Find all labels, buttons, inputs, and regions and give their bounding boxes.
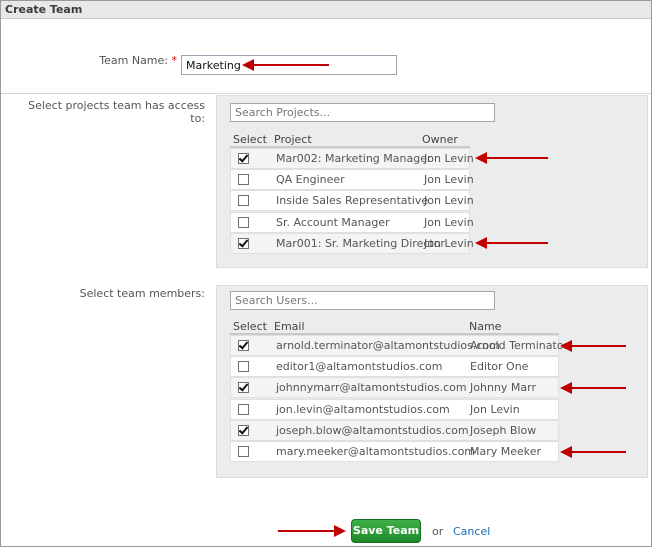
checkmark-icon (238, 339, 249, 350)
save-arrow (278, 525, 346, 537)
project-col-owner: Owner (422, 133, 458, 146)
section-divider (1, 93, 651, 94)
member-row[interactable]: mary.meeker@altamontstudios.com Mary Meek… (230, 441, 559, 462)
member-row-name: Joseph Blow (470, 423, 537, 437)
project-row[interactable]: QA Engineer Jon Levin (230, 169, 474, 191)
project-row-owner: Jon Levin (424, 194, 474, 208)
member-row-checkbox[interactable] (238, 403, 249, 415)
project-row-project: Mar002: Marketing Manager (276, 152, 432, 165)
member-row-checkbox[interactable] (238, 339, 249, 351)
project-search-input[interactable] (230, 103, 495, 122)
project-row-project: Mar001: Sr. Marketing Director (276, 236, 445, 250)
cancel-link[interactable]: Cancel (453, 525, 490, 538)
members-label: Select team members: (79, 287, 205, 300)
member-row[interactable]: arnold.terminator@altamontstudios.com Arn… (230, 335, 568, 356)
member-row[interactable]: editor1@altamontstudios.com Editor One (230, 356, 559, 378)
project-row-checkbox[interactable] (238, 174, 249, 186)
project-row-checkbox[interactable] (238, 216, 249, 228)
projects-label: Select projects team has access to: (28, 99, 205, 125)
team-name-label: Team Name: * (61, 54, 177, 67)
member-col-email: Email (274, 320, 305, 333)
project-row[interactable]: Inside Sales Representative Jon Levin (230, 190, 474, 212)
project-arrow-1 (475, 152, 548, 164)
member-row-email: arnold.terminator@altamontstudios.com (276, 339, 500, 352)
project-row-project: QA Engineer (276, 173, 345, 187)
member-row[interactable]: jon.levin@altamontstudios.com Jon Levin (230, 398, 559, 420)
checkmark-icon (238, 237, 249, 248)
project-arrow-2 (475, 237, 548, 249)
project-row-project: Sr. Account Manager (276, 215, 390, 229)
create-team-dialog: Create Team Team Name: * Select projects… (0, 0, 652, 547)
member-arrow-1 (560, 340, 626, 352)
project-col-project: Project (274, 133, 312, 146)
team-name-label-text: Team Name: (99, 54, 168, 67)
member-row[interactable]: joseph.blow@altamontstudios.com Joseph Bl… (230, 419, 559, 441)
member-row-checkbox[interactable] (238, 381, 249, 394)
project-row-owner: Jon Levin (424, 236, 474, 250)
user-search-input[interactable] (230, 291, 495, 310)
member-row-email: joseph.blow@altamontstudios.com (276, 423, 469, 437)
dialog-title: Create Team (5, 3, 83, 16)
project-row-checkbox[interactable] (238, 152, 249, 164)
checkmark-icon (238, 424, 249, 435)
team-name-arrow (242, 59, 329, 71)
member-row-checkbox[interactable] (238, 361, 249, 373)
project-row-project: Inside Sales Representative (276, 194, 429, 208)
member-row[interactable]: johnnymarr@altamontstudios.com Johnny Mar… (230, 377, 559, 399)
member-col-select: Select (233, 320, 267, 333)
member-arrow-3 (560, 446, 626, 458)
member-row-email: jon.levin@altamontstudios.com (276, 402, 450, 416)
member-row-name: Johnny Marr (470, 381, 536, 395)
required-mark: * (171, 54, 178, 67)
project-col-select: Select (233, 133, 267, 146)
project-row[interactable]: Mar001: Sr. Marketing Director Jon Levin (230, 232, 474, 254)
member-row-email: mary.meeker@altamontstudios.com (276, 445, 476, 458)
member-row-email: johnnymarr@altamontstudios.com (276, 381, 467, 395)
member-row-email: editor1@altamontstudios.com (276, 360, 443, 374)
title-bar: Create Team (1, 1, 651, 19)
member-row-name: Mary Meeker (470, 445, 542, 458)
project-row-checkbox[interactable] (238, 195, 249, 207)
member-arrow-2 (560, 382, 626, 394)
checkmark-icon (238, 152, 249, 163)
member-row-name: Editor One (470, 360, 529, 374)
member-row-checkbox[interactable] (238, 424, 249, 436)
project-row-owner: Jon Levin (424, 215, 474, 229)
project-row-owner: Jon Levin (424, 173, 474, 187)
member-col-name: Name (469, 320, 502, 333)
save-team-button[interactable]: Save Team (351, 519, 421, 543)
project-row[interactable]: Mar002: Marketing Manager Jon Levin (230, 148, 474, 169)
member-row-name: Jon Levin (470, 402, 520, 416)
member-row-checkbox[interactable] (238, 446, 249, 457)
project-row-owner: Jon Levin (424, 152, 474, 165)
member-row-name: Arnold Terminator (470, 339, 569, 352)
project-row[interactable]: Sr. Account Manager Jon Levin (230, 211, 474, 233)
project-row-checkbox[interactable] (238, 237, 249, 249)
or-text: or (432, 525, 444, 538)
checkmark-icon (238, 381, 249, 392)
